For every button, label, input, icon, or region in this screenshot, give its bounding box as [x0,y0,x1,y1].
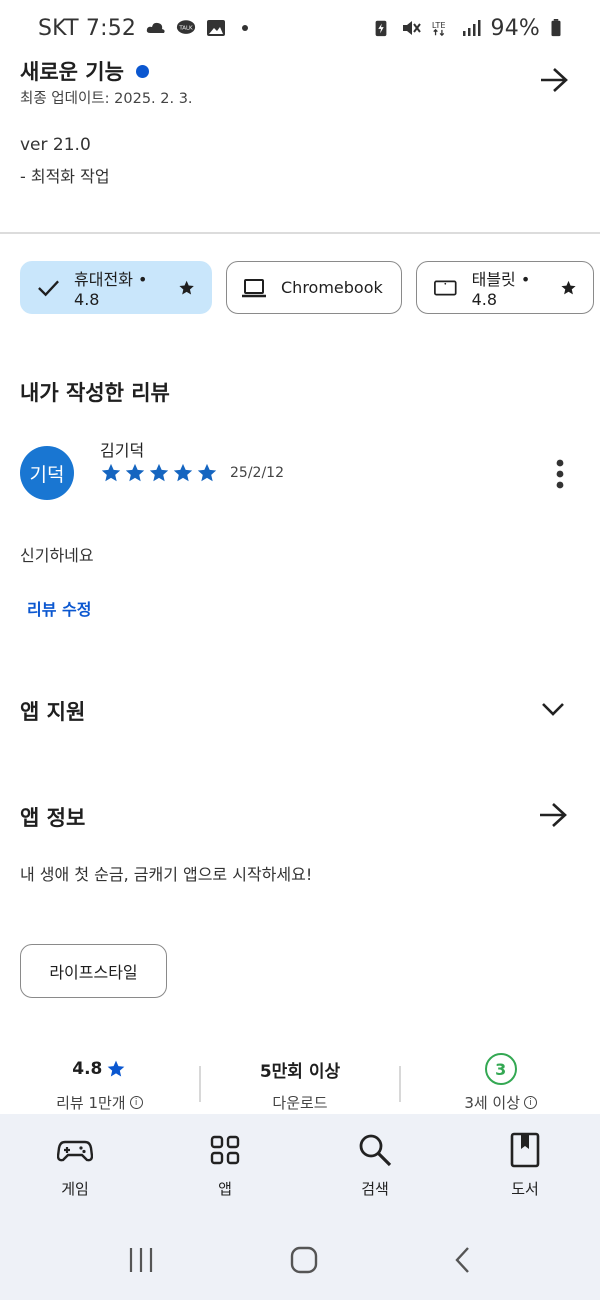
review-more-button[interactable] [546,455,574,493]
recent-apps-icon[interactable] [126,1246,156,1274]
chip-tablet[interactable]: 태블릿 • 4.8 [416,261,594,314]
book-icon [510,1132,540,1168]
lte-icon: LTE [431,20,445,37]
age-label-text: 3세 이상 [464,1094,521,1112]
age-rating-badge: 3 [484,1053,517,1085]
star-icon [561,280,576,294]
stat-age-value: 3 [484,1052,517,1086]
star-icon [149,463,169,482]
app-info-title: 앱 정보 [20,806,86,830]
battery-icon [551,19,561,37]
nav-books[interactable]: 도서 [450,1132,600,1199]
apps-grid-icon [210,1135,240,1165]
chip-chromebook-label: Chromebook [281,278,383,297]
mute-icon [402,21,421,35]
battery-percent: 94% [490,15,540,41]
signal-icon [462,20,480,36]
stat-rating-value: 4.8 [72,1052,126,1086]
carrier-time: SKT 7:52 [38,15,137,41]
star-icon [101,463,121,482]
star-icon [173,463,193,482]
gallery-icon [207,20,226,36]
review-author: 김기덕 [100,441,145,460]
status-bar: SKT 7:52 TALK LTE 94% [0,0,600,56]
new-indicator-dot [135,64,149,78]
system-nav-bar [0,1232,600,1288]
star-icon [179,280,194,294]
nav-apps[interactable]: 앱 [150,1132,300,1199]
app-description: 내 생애 첫 순금, 금캐기 앱으로 시작하세요! [20,865,313,884]
last-updated: 최종 업데이트: 2025. 2. 3. [20,91,193,107]
info-icon: i [129,1096,143,1109]
review-meta: 25/2/12 [100,462,284,484]
review-date: 25/2/12 [230,465,284,481]
nav-books-label: 도서 [511,1180,539,1198]
my-review-heading: 내가 작성한 리뷰 [20,381,170,405]
chip-chromebook[interactable]: Chromebook [226,261,402,314]
chip-phone[interactable]: 휴대전화 • 4.8 [20,261,212,314]
stat-age[interactable]: 3 3세 이상 i [401,1052,600,1114]
review-body: 신기하네요 [20,546,94,565]
nav-games[interactable]: 게임 [0,1132,150,1199]
nav-search[interactable]: 검색 [300,1132,450,1199]
search-icon [359,1134,392,1167]
star-icon [108,1060,125,1077]
more-vert-icon [556,459,564,489]
status-bar-right: LTE 94% [371,16,563,41]
check-icon [38,279,59,296]
release-notes: - 최적화 작업 [20,167,110,186]
review-stars [100,462,218,484]
stat-age-label: 3세 이상 i [464,1092,538,1113]
category-tag-label: 라이프스타일 [49,963,138,982]
stat-rating-label: 리뷰 1만개 i [56,1092,143,1113]
downloads-value: 5만회 이상 [259,1061,341,1082]
section-divider [0,232,600,234]
whats-new-title: 새로운 기능 [20,60,124,84]
app-info-row[interactable]: 앱 정보 [0,788,600,844]
version-text: ver 21.0 [20,135,91,155]
back-icon[interactable] [452,1245,474,1275]
arrow-right-icon [541,68,568,92]
edit-review-button[interactable]: 리뷰 수정 [27,596,91,620]
svg-text:TALK: TALK [179,25,194,31]
chevron-down-icon [542,703,564,716]
svg-text:LTE: LTE [431,20,445,30]
whats-new-header: 새로운 기능 [20,56,149,86]
stat-downloads: 5만회 이상 다운로드 [201,1052,400,1114]
cloud-icon [146,22,165,33]
arrow-right-icon [540,803,567,827]
battery-saver-icon [375,20,386,37]
avatar: 기덕 [20,446,74,500]
notification-dot [242,25,249,31]
category-tag-button[interactable]: 라이프스타일 [20,944,167,998]
downloads-label: 다운로드 [272,1094,328,1112]
laptop-icon [242,278,266,297]
rating-label-text: 리뷰 1만개 [56,1094,126,1112]
tablet-icon [434,280,457,295]
star-icon [125,463,145,482]
bottom-nav-items: 게임 앱 검색 도서 [0,1132,600,1199]
chip-phone-label: 휴대전화 • 4.8 [74,270,148,309]
chip-tablet-label: 태블릿 • 4.8 [471,270,531,309]
app-support-title: 앱 지원 [20,700,86,724]
rating-value-text: 4.8 [72,1059,103,1079]
info-icon: i [524,1096,538,1109]
kakaotalk-icon: TALK [177,20,196,34]
whats-new-arrow-button[interactable] [534,62,574,98]
home-icon[interactable] [289,1245,319,1275]
stats-row: 4.8 리뷰 1만개 i 5만회 이상 다운로드 3 3세 이상 i [0,1052,600,1114]
app-support-row[interactable]: 앱 지원 [0,680,600,740]
star-icon [197,463,217,482]
nav-games-label: 게임 [61,1180,89,1198]
stat-rating[interactable]: 4.8 리뷰 1만개 i [0,1052,199,1114]
nav-apps-label: 앱 [218,1180,232,1198]
avatar-text: 기덕 [29,463,65,486]
nav-search-label: 검색 [361,1180,389,1198]
status-bar-left: SKT 7:52 TALK [38,15,249,41]
gamepad-icon [57,1140,93,1162]
